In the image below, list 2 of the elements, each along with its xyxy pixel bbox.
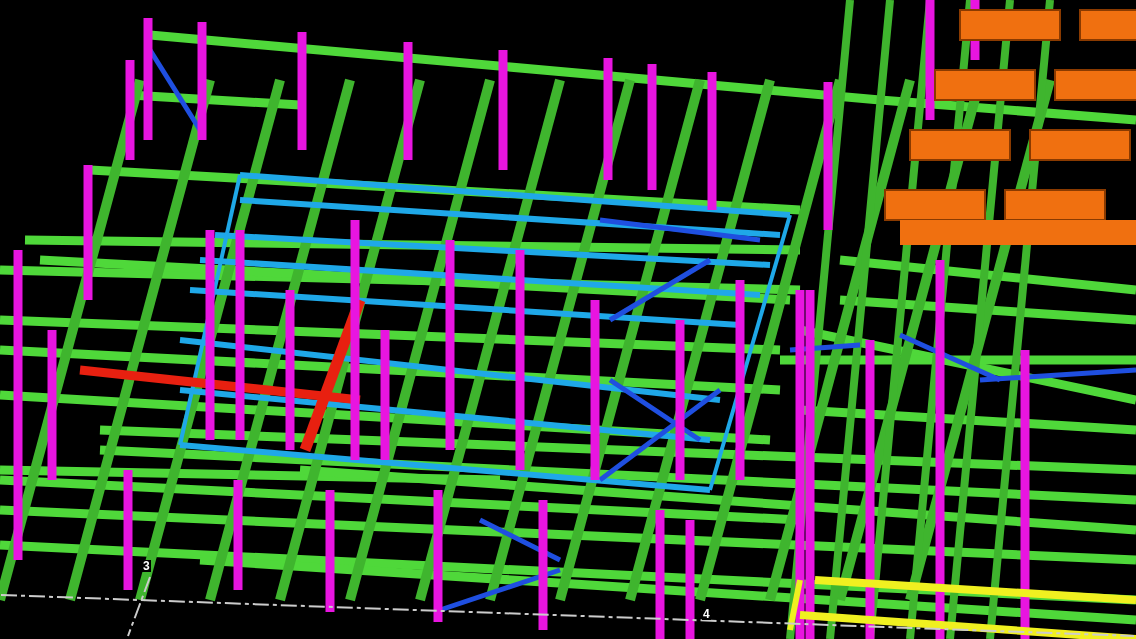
grid-label: 4 xyxy=(702,608,711,620)
grid-label: 3 xyxy=(142,560,151,572)
